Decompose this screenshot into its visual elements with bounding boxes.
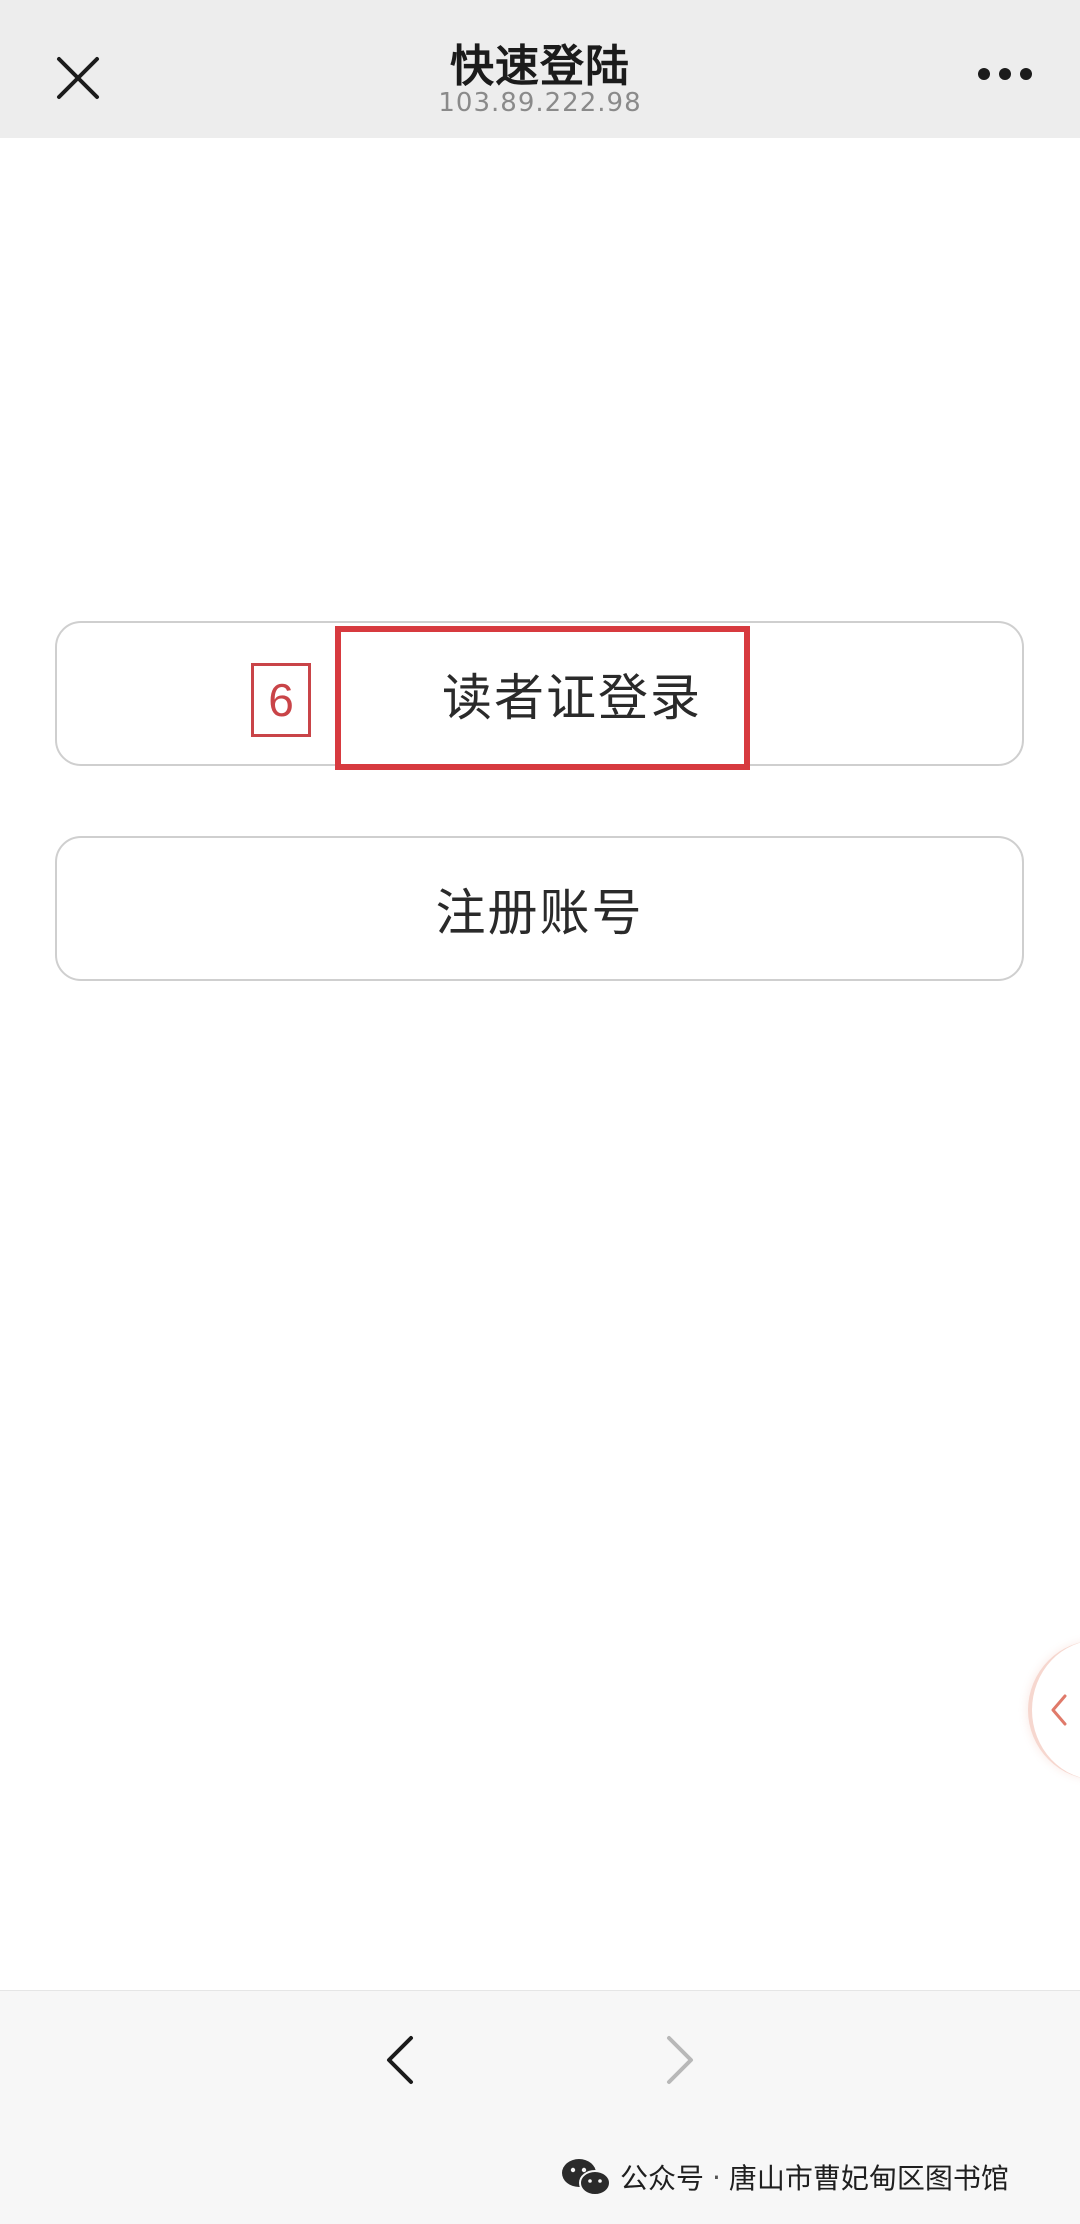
- side-drawer-handle[interactable]: [1028, 1640, 1080, 1780]
- watermark-name: 唐山市曹妃甸区图书馆: [728, 2162, 1009, 2195]
- more-dots-icon: [978, 68, 1032, 80]
- forward-button[interactable]: [650, 2025, 710, 2095]
- chevron-left-icon: [387, 2036, 413, 2084]
- watermark-prefix: 公众号: [620, 2162, 705, 2195]
- top-bar: 快速登陆 103.89.222.98: [0, 0, 1080, 138]
- watermark: 公众号 · 唐山市曹妃甸区图书馆: [560, 2155, 1009, 2199]
- step-number-badge: 6: [251, 663, 311, 737]
- page-url: 103.89.222.98: [438, 88, 642, 118]
- chevron-right-icon: [667, 2036, 693, 2084]
- back-button[interactable]: [370, 2025, 430, 2095]
- register-button-label: 注册账号: [435, 883, 644, 942]
- watermark-separator: ·: [712, 2160, 721, 2194]
- highlight-box: [335, 626, 750, 770]
- register-account-button[interactable]: 注册账号: [55, 836, 1024, 981]
- wechat-icon: [562, 2159, 611, 2196]
- page-title: 快速登陆: [450, 41, 630, 92]
- more-button[interactable]: [960, 44, 1050, 104]
- chevron-left-small-icon: [1051, 1694, 1067, 1726]
